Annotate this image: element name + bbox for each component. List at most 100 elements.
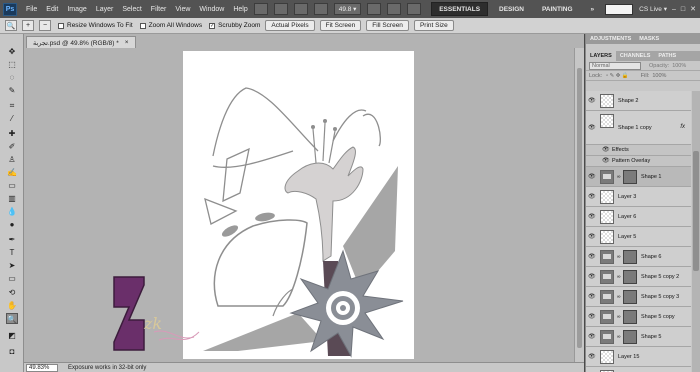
minimize-icon[interactable]: –	[672, 6, 676, 13]
fill-value[interactable]: 100%	[652, 73, 666, 79]
link-icon[interactable]: ∞	[617, 174, 621, 180]
crop-tool-icon[interactable]: ⌗	[6, 100, 18, 111]
fill-screen-button[interactable]: Fill Screen	[366, 20, 409, 31]
zoom-tool-icon[interactable]: 🔍	[6, 313, 18, 324]
scroll-thumb[interactable]	[577, 68, 582, 348]
view-extras-button[interactable]	[367, 3, 382, 15]
zoom-icon[interactable]: 🔍	[5, 20, 17, 31]
zoom-percent-field[interactable]: 49.83%	[26, 363, 58, 372]
pen-tool-icon[interactable]: ✒	[6, 234, 18, 245]
color-swatches-icon[interactable]: ◩	[6, 330, 18, 341]
layer-row[interactable]: 👁 ∞ Shape 1	[586, 167, 691, 187]
clone-stamp-tool-icon[interactable]: ♙	[6, 154, 18, 165]
workspace-more-chevron-icon[interactable]: »	[584, 2, 602, 16]
layer-row[interactable]: 👁 ∞ Shape 5 copy 3	[586, 287, 691, 307]
eyedropper-tool-icon[interactable]: ⁄	[6, 113, 18, 124]
type-tool-icon[interactable]: T	[6, 247, 18, 258]
fit-screen-button[interactable]: Fit Screen	[319, 20, 362, 31]
blend-mode-select[interactable]: Normal	[589, 61, 641, 70]
history-brush-tool-icon[interactable]: ✍	[6, 167, 18, 178]
eye-icon[interactable]: 👁	[588, 214, 596, 220]
menu-select[interactable]: Select	[122, 6, 141, 13]
dodge-tool-icon[interactable]: ●	[6, 219, 18, 230]
layer-effect-row[interactable]: 👁 Effects	[586, 145, 691, 156]
eye-icon[interactable]: 👁	[588, 98, 596, 104]
document-tab[interactable]: تجربة.psd @ 49.8% (RGB/8) * ×	[26, 36, 136, 48]
eye-icon[interactable]: 👁	[588, 174, 596, 180]
eye-icon[interactable]: 👁	[588, 125, 596, 131]
tab-layers[interactable]: LAYERS	[586, 51, 616, 61]
tab-channels[interactable]: CHANNELS	[616, 51, 655, 61]
move-tool-icon[interactable]: ✥	[6, 46, 18, 57]
workspace-painting[interactable]: PAINTING	[535, 2, 580, 16]
gradient-tool-icon[interactable]: ▥	[6, 193, 18, 204]
zoom-all-windows-checkbox[interactable]: Zoom All Windows	[139, 22, 202, 29]
layer-row[interactable]: 👁 ∞ Shape 6	[586, 247, 691, 267]
link-icon[interactable]: ∞	[617, 294, 621, 300]
layer-row[interactable]: 👁 Layer 15	[586, 347, 691, 367]
menu-filter[interactable]: Filter	[151, 6, 167, 13]
eye-icon[interactable]: 👁	[588, 194, 596, 200]
print-size-button[interactable]: Print Size	[413, 20, 454, 31]
hand-tool-button[interactable]	[293, 3, 308, 15]
resize-windows-checkbox[interactable]: Resize Windows To Fit	[58, 22, 133, 29]
status-message[interactable]: Exposure works in 32-bit only	[68, 365, 146, 371]
link-icon[interactable]: ∞	[617, 254, 621, 260]
menu-file[interactable]: File	[26, 6, 37, 13]
maximize-icon[interactable]: □	[681, 6, 685, 13]
layer-row[interactable]: 👁 Layer 6	[586, 207, 691, 227]
menu-window[interactable]: Window	[199, 6, 224, 13]
eye-icon[interactable]: 👁	[588, 334, 596, 340]
eye-icon[interactable]: 👁	[602, 158, 610, 164]
link-icon[interactable]: ∞	[617, 334, 621, 340]
layer-row[interactable]: 👁 ∞ Shape 5 copy	[586, 307, 691, 327]
close-document-icon[interactable]: ×	[125, 39, 129, 46]
zoom-in-icon[interactable]: +	[22, 20, 34, 31]
path-selection-tool-icon[interactable]: ➤	[6, 260, 18, 271]
bridge-button[interactable]	[253, 3, 268, 15]
layers-scrollbar[interactable]	[692, 91, 700, 372]
eye-icon[interactable]: 👁	[588, 274, 596, 280]
zoom-level-dropdown[interactable]: 49.8 ▾	[333, 3, 362, 15]
screen-mode-button[interactable]	[407, 3, 422, 15]
blur-tool-icon[interactable]: 💧	[6, 206, 18, 217]
tab-paths[interactable]: PATHS	[654, 51, 680, 61]
brush-tool-icon[interactable]: ✐	[6, 141, 18, 152]
layer-row[interactable]: 👁 Layer 5	[586, 227, 691, 247]
hand-tool-icon[interactable]: ✋	[6, 300, 18, 311]
workspace-essentials[interactable]: ESSENTIALS	[431, 2, 489, 16]
eraser-tool-icon[interactable]: ▭	[6, 180, 18, 191]
zoom-out-icon[interactable]: −	[39, 20, 51, 31]
healing-brush-tool-icon[interactable]: ✚	[6, 128, 18, 139]
quick-mask-icon[interactable]: ◘	[6, 346, 18, 357]
scroll-thumb[interactable]	[693, 151, 699, 271]
eye-icon[interactable]: 👁	[588, 294, 596, 300]
layer-row[interactable]: 👁 ∞ Shape 5 copy 2	[586, 267, 691, 287]
layer-row[interactable]: 👁 ∞ Shape 5	[586, 327, 691, 347]
workspace-design[interactable]: DESIGN	[492, 2, 531, 16]
eye-icon[interactable]: 👁	[602, 147, 610, 153]
eye-icon[interactable]: 👁	[588, 234, 596, 240]
shape-tool-icon[interactable]: ▭	[6, 273, 18, 284]
layer-row[interactable]: 👁Layer 14	[586, 367, 691, 372]
menu-layer[interactable]: Layer	[96, 6, 114, 13]
menu-edit[interactable]: Edit	[46, 6, 58, 13]
eye-icon[interactable]: 👁	[588, 354, 596, 360]
eye-icon[interactable]: 👁	[588, 314, 596, 320]
cs-live-button[interactable]: CS Live ▾	[639, 5, 667, 13]
layer-row[interactable]: 👁 Shape 1 copy fx	[586, 111, 691, 145]
tab-adjustments[interactable]: ADJUSTMENTS	[586, 34, 635, 44]
menu-image[interactable]: Image	[67, 6, 86, 13]
link-icon[interactable]: ∞	[617, 314, 621, 320]
vertical-scrollbar[interactable]	[574, 48, 584, 368]
tab-masks[interactable]: MASKS	[635, 34, 663, 44]
layer-row[interactable]: 👁 Shape 2	[586, 91, 691, 111]
quick-selection-tool-icon[interactable]: ✎	[6, 85, 18, 96]
3d-rotate-tool-icon[interactable]: ⟲	[6, 287, 18, 298]
mini-bridge-button[interactable]	[273, 3, 288, 15]
fx-icon[interactable]: fx	[680, 124, 685, 130]
eye-icon[interactable]: 👁	[588, 254, 596, 260]
close-icon[interactable]: ✕	[690, 5, 696, 13]
lasso-tool-icon[interactable]: ◌	[6, 72, 18, 83]
arrange-documents-button[interactable]	[387, 3, 402, 15]
